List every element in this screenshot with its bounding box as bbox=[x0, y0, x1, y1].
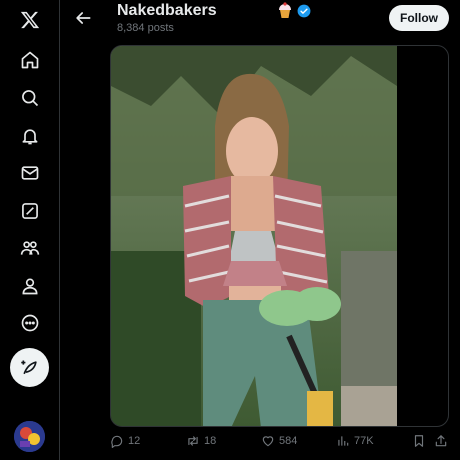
search-icon[interactable] bbox=[15, 83, 45, 113]
reply-button[interactable]: 12 bbox=[110, 434, 140, 448]
bookmark-button[interactable] bbox=[412, 434, 426, 448]
bookmark-icon bbox=[414, 435, 424, 447]
like-count: 584 bbox=[279, 435, 298, 447]
view-count: 77K bbox=[354, 435, 374, 447]
reply-icon bbox=[111, 435, 123, 448]
heart-icon bbox=[262, 436, 274, 447]
account-avatar[interactable] bbox=[14, 421, 45, 452]
like-button[interactable]: 584 bbox=[261, 434, 297, 448]
cupcake-emoji-icon bbox=[279, 2, 291, 18]
more-circle-icon[interactable] bbox=[15, 308, 45, 338]
post-photo[interactable] bbox=[111, 46, 397, 427]
repost-button[interactable]: 18 bbox=[186, 434, 216, 448]
post-action-bar: 12 18 584 77K bbox=[110, 434, 450, 454]
back-arrow-icon[interactable] bbox=[73, 8, 93, 28]
left-sidebar bbox=[0, 0, 60, 460]
profile-icon[interactable] bbox=[15, 271, 45, 301]
compose-post-button[interactable] bbox=[10, 348, 49, 387]
notifications-bell-icon[interactable] bbox=[15, 121, 45, 151]
display-name[interactable]: Nakedbakers bbox=[117, 2, 217, 20]
follow-button[interactable]: Follow bbox=[389, 5, 449, 31]
views-button[interactable]: 77K bbox=[336, 434, 374, 448]
post-count: 8,384 posts bbox=[117, 22, 174, 34]
views-chart-icon bbox=[338, 436, 349, 446]
compose-post-icon bbox=[20, 360, 37, 374]
communities-icon[interactable] bbox=[15, 233, 45, 263]
repost-count: 18 bbox=[204, 435, 217, 447]
post-media[interactable] bbox=[110, 45, 449, 427]
profile-header: Nakedbakers 8,384 posts Follow bbox=[61, 0, 460, 44]
verified-badge-icon bbox=[297, 4, 311, 18]
share-button[interactable] bbox=[434, 434, 448, 448]
share-icon bbox=[435, 435, 447, 447]
home-icon[interactable] bbox=[15, 45, 45, 75]
repost-icon bbox=[188, 436, 198, 446]
messages-envelope-icon[interactable] bbox=[15, 158, 45, 188]
x-logo-icon[interactable] bbox=[15, 5, 45, 35]
grok-icon[interactable] bbox=[15, 196, 45, 226]
reply-count: 12 bbox=[128, 435, 141, 447]
